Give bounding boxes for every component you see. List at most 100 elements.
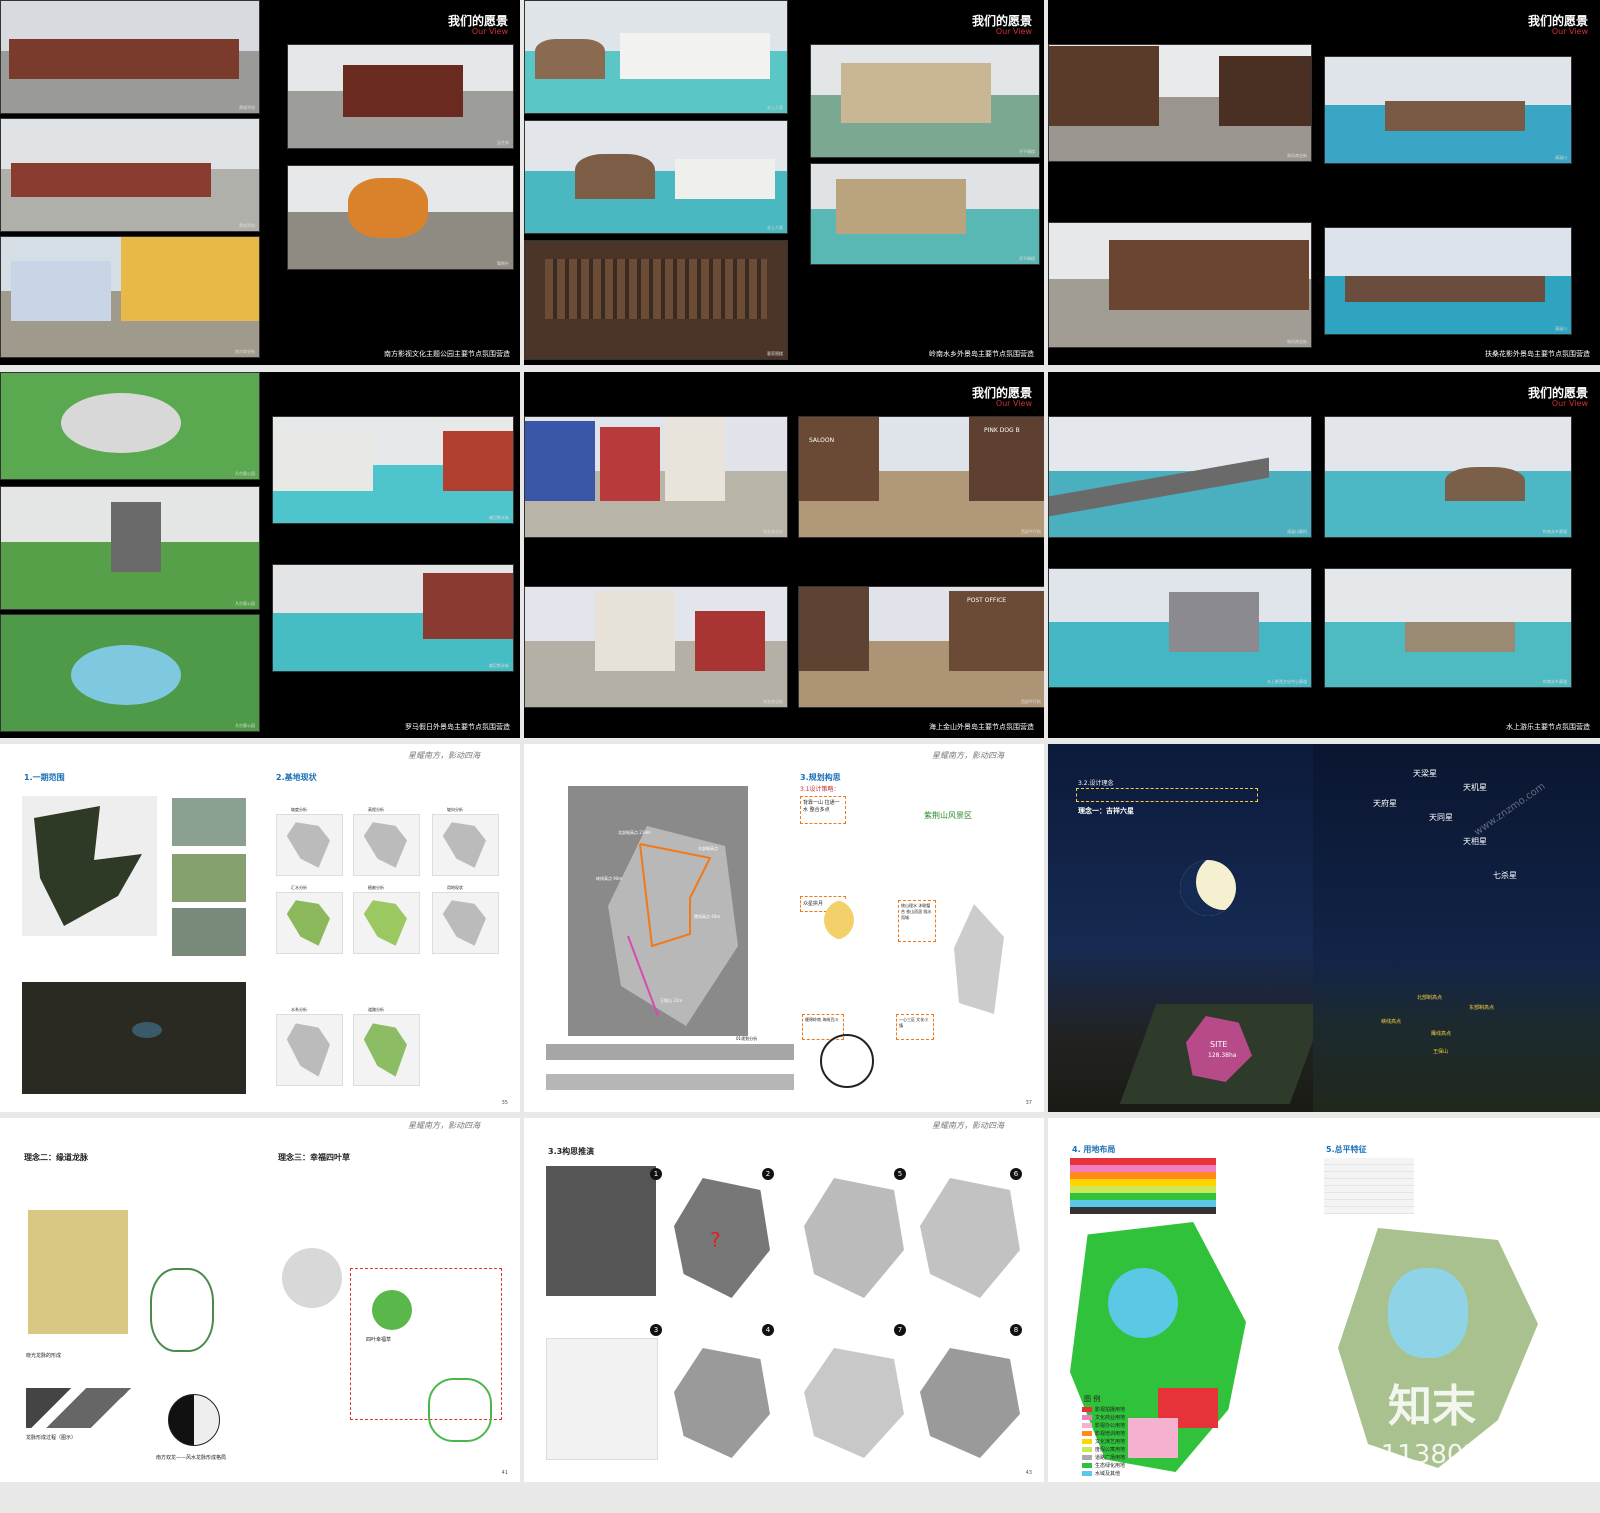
peak-connection-lines <box>627 843 712 1017</box>
scene-venice-2: 威尼斯水街 <box>272 564 514 672</box>
scene-western-cowboy-2: POST OFFICE 西部牛仔街 <box>798 586 1044 708</box>
page-subtitle: Our View <box>1551 27 1588 36</box>
site-photo-3 <box>172 908 246 956</box>
legend-label: 生态绿化用地 <box>1095 1463 1126 1469</box>
page-footer: 岭南水乡外景岛主要节点氛围营造 <box>929 350 1034 358</box>
section-subtitle: 3.1设计策略： <box>800 786 840 793</box>
plan-page-41: 星耀南方，影动四海 理念二：缘道龙脉 晓光龙脉的形成 龙脉形成过程（图示） 南方… <box>0 1118 520 1482</box>
legend-swatch <box>1082 1447 1092 1452</box>
section-title: 4. 用地布局 <box>1072 1145 1116 1154</box>
scene-japanese-street-2: 和风商业街 <box>1048 222 1312 348</box>
figure-caption: 南方双龙——风水龙脉形成格局 <box>156 1455 227 1461</box>
step-number: 5 <box>894 1168 906 1180</box>
vision-page-2: 水上人家 水上人家 客家围楼 我们的愿景 Our View 开平碉楼 开平碉楼 … <box>524 0 1044 365</box>
legend-item: 影视培训用地 <box>1082 1430 1125 1437</box>
caption: 客家围楼 <box>767 351 783 356</box>
caption: 和风商业街 <box>1287 153 1307 158</box>
analysis-map: 植被分析 <box>353 885 420 954</box>
yin-yang-icon <box>168 1394 220 1446</box>
page-subtitle: Our View <box>471 27 508 36</box>
legend-label: 度假公寓用地 <box>1095 1447 1126 1453</box>
section-title: 5.总平特征 <box>1326 1145 1367 1154</box>
site-photo-1 <box>172 798 246 846</box>
analysis-map: 水系分析 <box>276 1007 343 1086</box>
legend-label: 影视培训用地 <box>1095 1431 1126 1437</box>
figure-caption: 龙脉形成过程（图示） <box>26 1435 77 1441</box>
caption: 凡尔赛公园 <box>235 601 255 606</box>
step-number: 4 <box>762 1324 774 1336</box>
section-title: 3.规划构思 <box>800 773 841 782</box>
post-office-sign: POST OFFICE <box>967 597 1007 604</box>
scene-japanese-street-1: 和风商业街 <box>1048 44 1312 162</box>
mountain-profile <box>26 1388 136 1428</box>
crescent-moon-icon <box>824 900 864 940</box>
step-number: 1 <box>650 1168 662 1180</box>
legend-item: 影视办公用地 <box>1082 1422 1125 1429</box>
plan-page-38: 3.2.设计理念 理念一：吉祥六星 SITE 128.38ha 天梁星 天机星 … <box>1048 744 1600 1112</box>
scene-kaiping-diaolou-1: 开平碉楼 <box>810 44 1040 158</box>
legend-label: 影视拍摄用地 <box>1095 1407 1126 1413</box>
slogan: 星耀南方，影动四海 <box>932 751 1004 760</box>
star-label: 天同星 <box>1429 813 1453 822</box>
site-area: 128.38ha <box>1208 1052 1237 1059</box>
caption: 凡尔赛公园 <box>235 723 255 728</box>
pink-dog-sign: PINK DOG B <box>984 427 1020 434</box>
scene-versailles-2: 凡尔赛公园 <box>0 486 260 610</box>
star-label: 天梁星 <box>1413 769 1437 778</box>
figure-caption: 晓光龙脉的形成 <box>26 1353 62 1359</box>
caption: 淘金商业街 <box>763 529 783 534</box>
legend-swatch <box>1082 1455 1092 1460</box>
caption: 水上人家 <box>767 225 783 230</box>
caption: 水上影视文化中心赛道 <box>1267 679 1307 684</box>
page-footer: 罗马假日外景岛主要节点氛围营造 <box>405 723 510 731</box>
caption: 和风商业街 <box>1287 339 1307 344</box>
plan-page-44: 4. 用地布局 图 例 影视拍摄用地 文化商业用地 影视办公用地 影视培训用地 文化演艺… <box>1048 1118 1600 1482</box>
legend-item: 生态绿化用地 <box>1082 1462 1125 1469</box>
vision-page-5: 我们的愿景 Our View 淘金商业街 淘金商业街 SALOON PINK D… <box>524 372 1044 738</box>
legend-item: 道路广场用地 <box>1082 1454 1125 1461</box>
caption: 岭南水乡赛道 <box>1543 529 1567 534</box>
page-number: 35 <box>501 1100 508 1106</box>
scene-film-center-track: 水上影视文化中心赛道 <box>1048 568 1312 688</box>
strategy-box: 统山理水 沐联璧合 依山而居 临水而城 <box>898 900 936 942</box>
caption: 开平碉楼 <box>1019 149 1035 154</box>
concept-banner <box>1076 788 1258 802</box>
legend-swatch <box>1082 1463 1092 1468</box>
strategy-box: 一心三区 文化小镇 <box>896 1014 934 1040</box>
scene-venice-1: 威尼斯水街 <box>272 416 514 524</box>
scene-versailles-1: 凡尔赛公园 <box>0 372 260 480</box>
scene-lingnan-track-2: 岭南水乡赛道 <box>1324 568 1572 688</box>
caption: 岭南水乡赛道 <box>1543 679 1567 684</box>
dragon-vein-painting <box>28 1210 128 1334</box>
caption: 宝芝林 <box>497 140 509 145</box>
saloon-sign: SALOON <box>809 437 835 444</box>
page-footer: 水上游乐主要节点氛围营造 <box>1506 723 1590 731</box>
cycle-arrow-icon <box>820 1034 874 1088</box>
clover-outline-diagram <box>428 1378 492 1442</box>
step-map <box>674 1348 770 1458</box>
legend-swatch <box>1082 1471 1092 1476</box>
page-subtitle: Our View <box>995 399 1032 408</box>
step-number: 7 <box>894 1324 906 1336</box>
caption: 威尼斯水街 <box>489 663 509 668</box>
vision-page-3: 和风商业街 和风商业街 我们的愿景 Our View 清溪川 清溪川 扶桑花影外… <box>1048 0 1600 365</box>
clover-illustration <box>282 1248 342 1308</box>
caption: 黄城军校 <box>239 223 255 228</box>
peak-label: 王保山 <box>1433 1049 1449 1055</box>
peak-label: 鹰线高点 <box>1431 1031 1452 1037</box>
scene-cheonggyecheon-2: 清溪川 <box>1324 227 1572 335</box>
scene-baozhilin: 宝芝林 <box>287 44 514 149</box>
star-label: 天机星 <box>1463 783 1487 792</box>
peak-label: 北部制高点 <box>1417 995 1443 1001</box>
section-title: 2.基地现状 <box>276 773 317 782</box>
caption: 开平碉楼 <box>1019 256 1035 261</box>
scene-water-village-2: 水上人家 <box>524 120 788 234</box>
caption: 西部牛仔街 <box>1021 699 1041 704</box>
slogan: 星耀南方，影动四海 <box>932 1121 1004 1130</box>
legend-item: 度假公寓用地 <box>1082 1446 1125 1453</box>
section-title: 3.3构思推演 <box>548 1147 595 1156</box>
legend-item: 水域及其他 <box>1082 1470 1120 1477</box>
step-map <box>546 1166 656 1296</box>
caption: 清溪川 <box>1555 326 1567 331</box>
section-title: 3.2.设计理念 <box>1078 780 1114 787</box>
